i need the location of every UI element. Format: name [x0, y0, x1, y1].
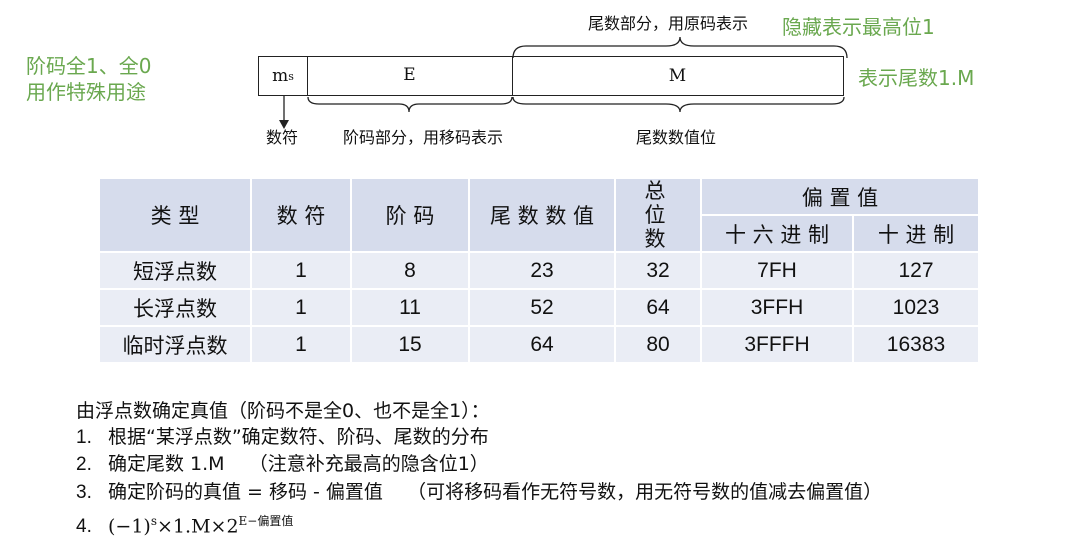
step-3: 3. 确定阶码的真值 = 移码 - 偏置值 （可将移码看作无符号数，用无符号数的值…	[76, 479, 882, 506]
bias-dec-cell: 16383	[852, 325, 980, 364]
mantissa-1m-note: 表示尾数1.M	[858, 66, 975, 90]
sign-caption: 数符	[266, 128, 299, 147]
step-number: 2.	[76, 454, 92, 475]
header-sign: 数 符	[250, 177, 352, 253]
step-1: 1. 根据“某浮点数”确定数符、阶码、尾数的分布	[76, 424, 489, 451]
formula-base: (−1)	[108, 515, 151, 538]
sign-field-sub: s	[288, 69, 294, 83]
sign-field-label: m	[272, 66, 289, 86]
total-bits-cell: 64	[614, 288, 702, 327]
bias-hex-cell: 3FFH	[700, 288, 854, 327]
total-bits-cell: 32	[614, 251, 702, 290]
mantissa-bottom-brace	[512, 96, 845, 113]
header-exponent: 阶 码	[350, 177, 470, 253]
subheader-hex: 十 六 进 制	[700, 214, 854, 253]
mantissa-value-caption: 尾数数值位	[636, 128, 717, 147]
sign-arrow	[279, 96, 289, 129]
step-text: 确定尾数 1.M （注意补充最高的隐含位1）	[108, 453, 489, 475]
bias-hex-cell: 3FFFH	[700, 325, 854, 364]
type-cell: 短浮点数	[98, 251, 252, 290]
bias-dec-cell: 1023	[852, 288, 980, 327]
special-use-line-2: 用作特殊用途	[26, 80, 146, 104]
header-mantissa: 尾 数 数 值	[468, 177, 616, 253]
step-number: 4.	[76, 516, 92, 538]
header-total-bits: 总 位 数	[614, 177, 702, 253]
type-cell: 临时浮点数	[98, 325, 252, 364]
table-row: 长浮点数 1 11 52 64 3FFH 1023	[98, 288, 980, 327]
step-number: 3.	[76, 482, 92, 503]
mantissa-caption: 尾数部分，用原码表示	[588, 14, 749, 33]
type-cell: 长浮点数	[98, 288, 252, 327]
step-number: 1.	[76, 427, 92, 448]
header-type: 类 型	[98, 177, 252, 253]
subheader-dec: 十 进 制	[852, 214, 980, 253]
mantissa-bits-cell: 52	[468, 288, 616, 327]
bias-hex-cell: 7FH	[700, 251, 854, 290]
header-bias: 偏 置 值	[700, 177, 980, 216]
step-text: 根据“某浮点数”确定数符、阶码、尾数的分布	[108, 426, 489, 448]
sign-bits-cell: 1	[250, 325, 352, 364]
special-use-note: 阶码全1、全0 用作特殊用途	[26, 53, 151, 105]
exponent-field-label: E	[403, 65, 416, 85]
exponent-bits-cell: 8	[350, 251, 470, 290]
bias-dec-cell: 127	[852, 251, 980, 290]
step-2: 2. 确定尾数 1.M （注意补充最高的隐含位1）	[76, 451, 489, 478]
table-row: 短浮点数 1 8 23 32 7FH 127	[98, 251, 980, 290]
float-format-table: 类 型 数 符 阶 码 尾 数 数 值 总 位 数 偏 置 值 十 六 进 制 …	[98, 177, 980, 364]
table-row: 临时浮点数 1 15 64 80 3FFFH 16383	[98, 325, 980, 364]
step-text: 确定阶码的真值 = 移码 - 偏置值 （可将移码看作无符号数，用无符号数的值减去…	[108, 481, 883, 503]
mantissa-field-label: M	[668, 66, 687, 86]
exponent-bottom-brace	[307, 96, 513, 113]
sign-bits-cell: 1	[250, 288, 352, 327]
exponent-bits-cell: 11	[350, 288, 470, 327]
mantissa-bits-cell: 23	[468, 251, 616, 290]
mantissa-field-box: M	[512, 56, 844, 96]
special-use-line-1: 阶码全1、全0	[26, 54, 152, 78]
exponent-bits-cell: 15	[350, 325, 470, 364]
exponent-field-box: E	[307, 56, 513, 96]
header-total-bits-text: 总 位 数	[644, 179, 672, 251]
total-bits-cell: 80	[614, 325, 702, 364]
step-4-formula: 4. (−1)s×1.M×2E−偏置值	[76, 508, 293, 540]
sign-bits-cell: 1	[250, 251, 352, 290]
formula-power: E−偏置值	[238, 514, 294, 528]
exponent-caption: 阶码部分，用移码表示	[343, 128, 504, 147]
mantissa-bits-cell: 64	[468, 325, 616, 364]
steps-intro: 由浮点数确定真值（阶码不是全0、也不是全1）：	[76, 400, 490, 422]
formula-middle: ×1.M×2	[157, 515, 239, 538]
sign-field-box: ms	[258, 56, 308, 96]
